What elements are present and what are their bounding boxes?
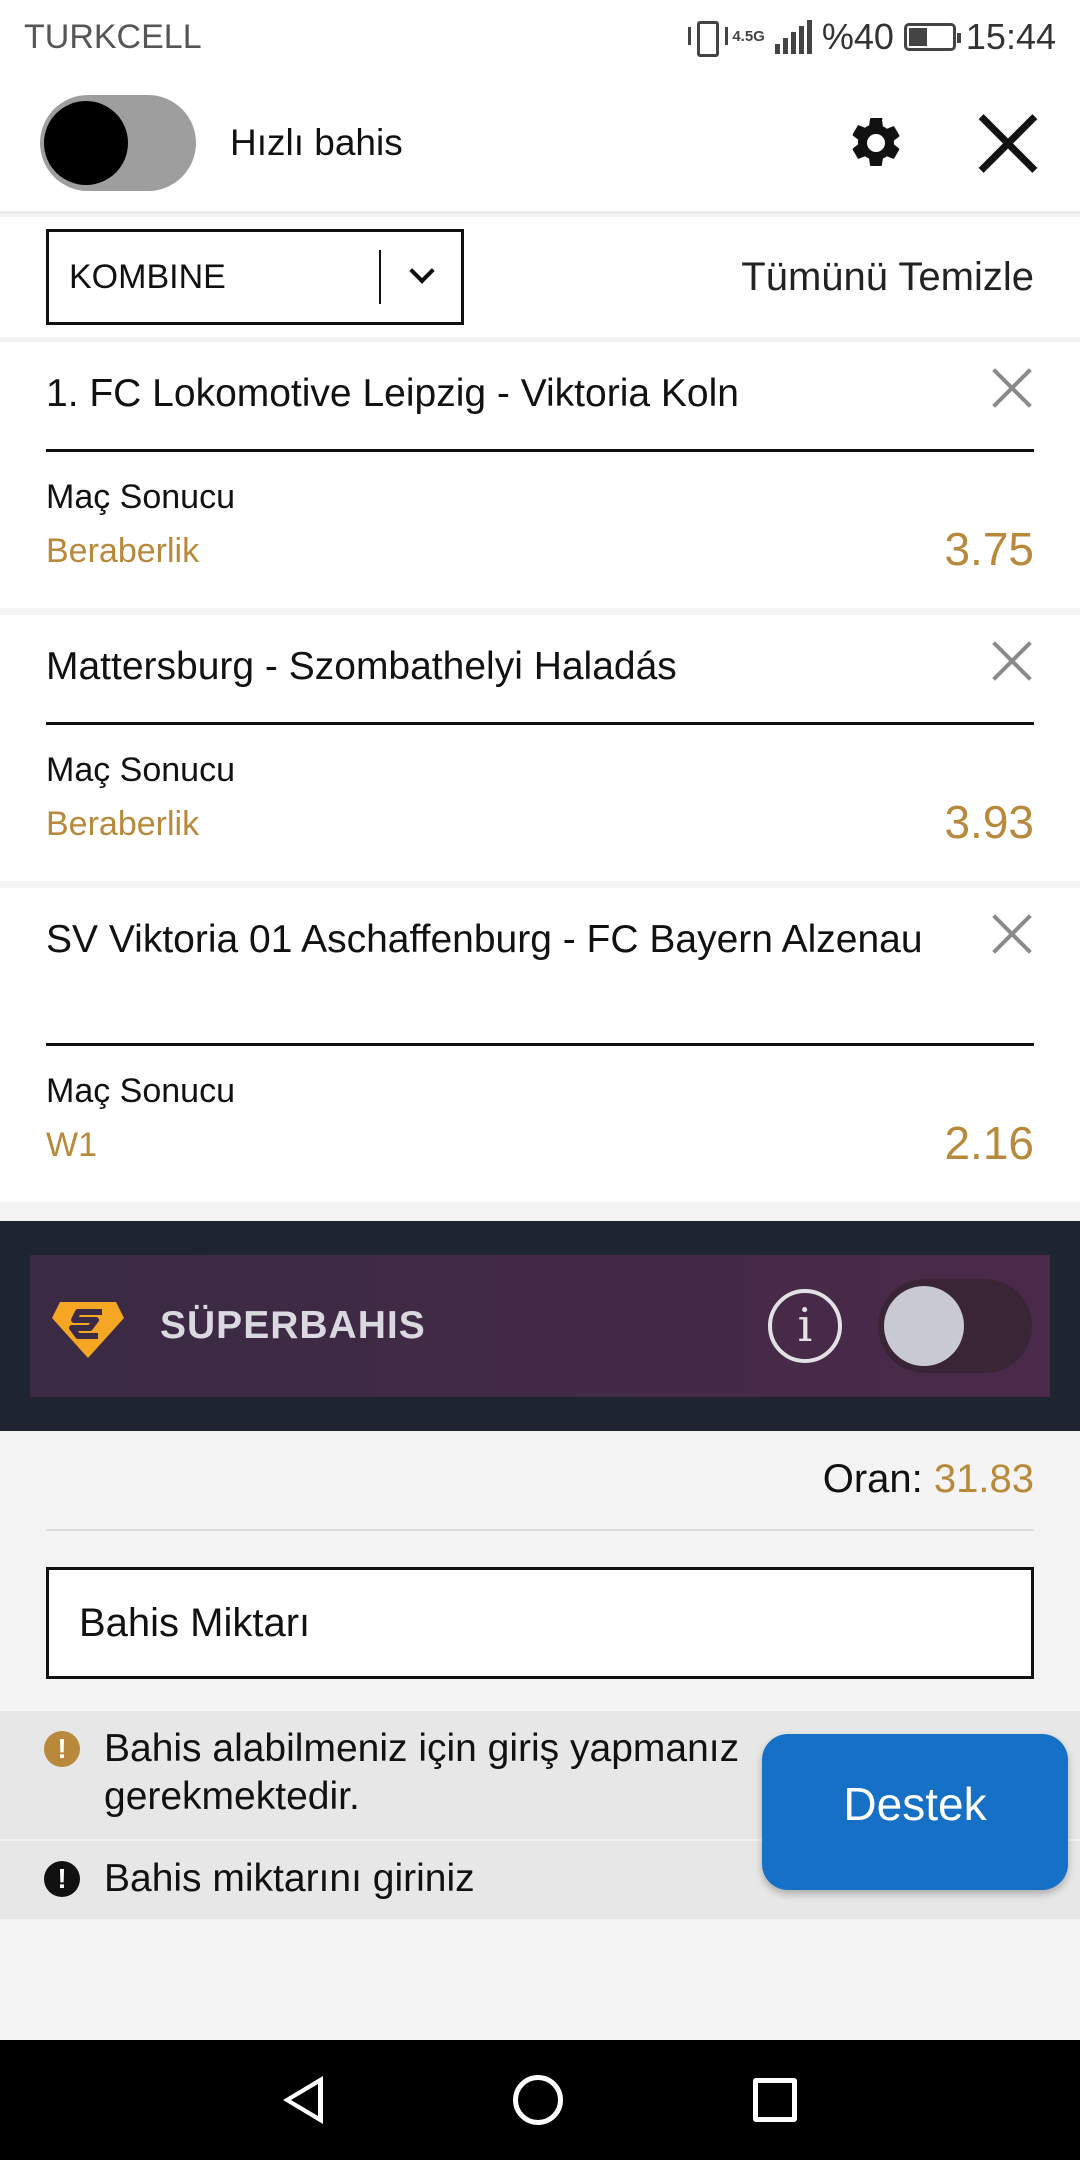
support-button[interactable]: Destek [762, 1734, 1068, 1890]
remove-bet-icon[interactable] [992, 368, 1032, 408]
market-label: Maç Sonucu [46, 751, 235, 789]
total-odds: Oran: 31.83 [823, 1457, 1034, 1502]
bet-type-value: KOMBINE [69, 257, 226, 296]
battery-percent: %40 [821, 16, 894, 57]
gear-icon[interactable] [846, 113, 906, 173]
chevron-down-icon [381, 230, 461, 324]
clear-all-button[interactable]: Tümünü Temizle [741, 255, 1034, 300]
odds-label: Oran: [822, 1457, 923, 1501]
market-label: Maç Sonucu [46, 478, 235, 516]
toggle-knob [884, 1286, 964, 1366]
superbahis-section: SÜPERBAHIS i [0, 1221, 1080, 1431]
superbahis-logo-icon [52, 1302, 124, 1358]
bet-header: SV Viktoria 01 Aschaffenburg - FC Bayern… [46, 888, 1034, 1046]
bet-details: Maç Sonucu Beraberlik 3.93 [46, 725, 1034, 875]
bet-type-row: KOMBINE Tümünü Temizle [0, 217, 1080, 337]
toggle-knob [44, 100, 128, 185]
bet-type-select[interactable]: KOMBINE [46, 229, 464, 325]
bet-details: Maç Sonucu Beraberlik 3.75 [46, 452, 1034, 602]
remove-bet-icon[interactable] [992, 914, 1032, 954]
selection-label: Beraberlik [46, 532, 200, 570]
status-bar: TURKCELL 4.5G %40 15:44 [0, 0, 1080, 74]
match-title: Mattersburg - Szombathelyi Haladás [46, 645, 677, 688]
divider [46, 1529, 1034, 1531]
odd-value: 3.93 [944, 796, 1034, 848]
recent-apps-icon[interactable] [753, 2078, 797, 2122]
info-icon[interactable]: i [768, 1289, 842, 1363]
clock: 15:44 [965, 16, 1056, 57]
close-icon[interactable] [976, 111, 1040, 175]
bet-header: 1. FC Lokomotive Leipzig - Viktoria Koln [46, 342, 1034, 452]
login-warning-text: Bahis alabilmeniz için giriş yapmanız ge… [104, 1727, 740, 1818]
market-label: Maç Sonucu [46, 1072, 235, 1110]
bet-summary: Oran: 31.83 Bahis Miktarı [0, 1431, 1080, 1711]
quick-bet-label: Hızlı bahis [230, 121, 403, 163]
signal-icon [774, 20, 812, 54]
selection-label: Beraberlik [46, 805, 200, 843]
superbahis-banner: SÜPERBAHIS i [30, 1255, 1050, 1397]
amount-error-text: Bahis miktarını giriniz [104, 1857, 475, 1900]
carrier-name: TURKCELL [24, 17, 202, 56]
home-icon[interactable] [513, 2075, 563, 2125]
remove-bet-icon[interactable] [992, 641, 1032, 681]
back-icon[interactable] [283, 2076, 323, 2124]
bet-item: SV Viktoria 01 Aschaffenburg - FC Bayern… [0, 888, 1080, 1202]
system-nav-bar [0, 2040, 1080, 2160]
status-icons: 4.5G %40 15:44 [688, 16, 1056, 58]
match-title: 1. FC Lokomotive Leipzig - Viktoria Koln [46, 372, 739, 415]
odds-value: 31.83 [933, 1457, 1034, 1501]
vibrate-icon [688, 17, 729, 57]
betslip-header: Hızlı bahis [0, 74, 1080, 214]
quick-bet-toggle[interactable] [40, 94, 196, 191]
bet-details: Maç Sonucu W1 2.16 [46, 1046, 1034, 1196]
bet-item: Mattersburg - Szombathelyi Haladás Maç S… [0, 615, 1080, 881]
bet-item: 1. FC Lokomotive Leipzig - Viktoria Koln… [0, 342, 1080, 608]
battery-icon [903, 23, 961, 51]
odd-value: 2.16 [944, 1117, 1034, 1169]
warning-icon: ! [44, 1731, 80, 1767]
bet-header: Mattersburg - Szombathelyi Haladás [46, 615, 1034, 725]
network-type: 4.5G [732, 28, 765, 45]
error-icon: ! [44, 1861, 80, 1897]
superbahis-label: SÜPERBAHIS [160, 1304, 426, 1347]
odd-value: 3.75 [944, 523, 1034, 575]
superbahis-toggle[interactable] [878, 1279, 1032, 1373]
selection-label: W1 [46, 1126, 97, 1164]
match-title: SV Viktoria 01 Aschaffenburg - FC Bayern… [46, 918, 923, 961]
bet-amount-input[interactable]: Bahis Miktarı [46, 1567, 1034, 1679]
